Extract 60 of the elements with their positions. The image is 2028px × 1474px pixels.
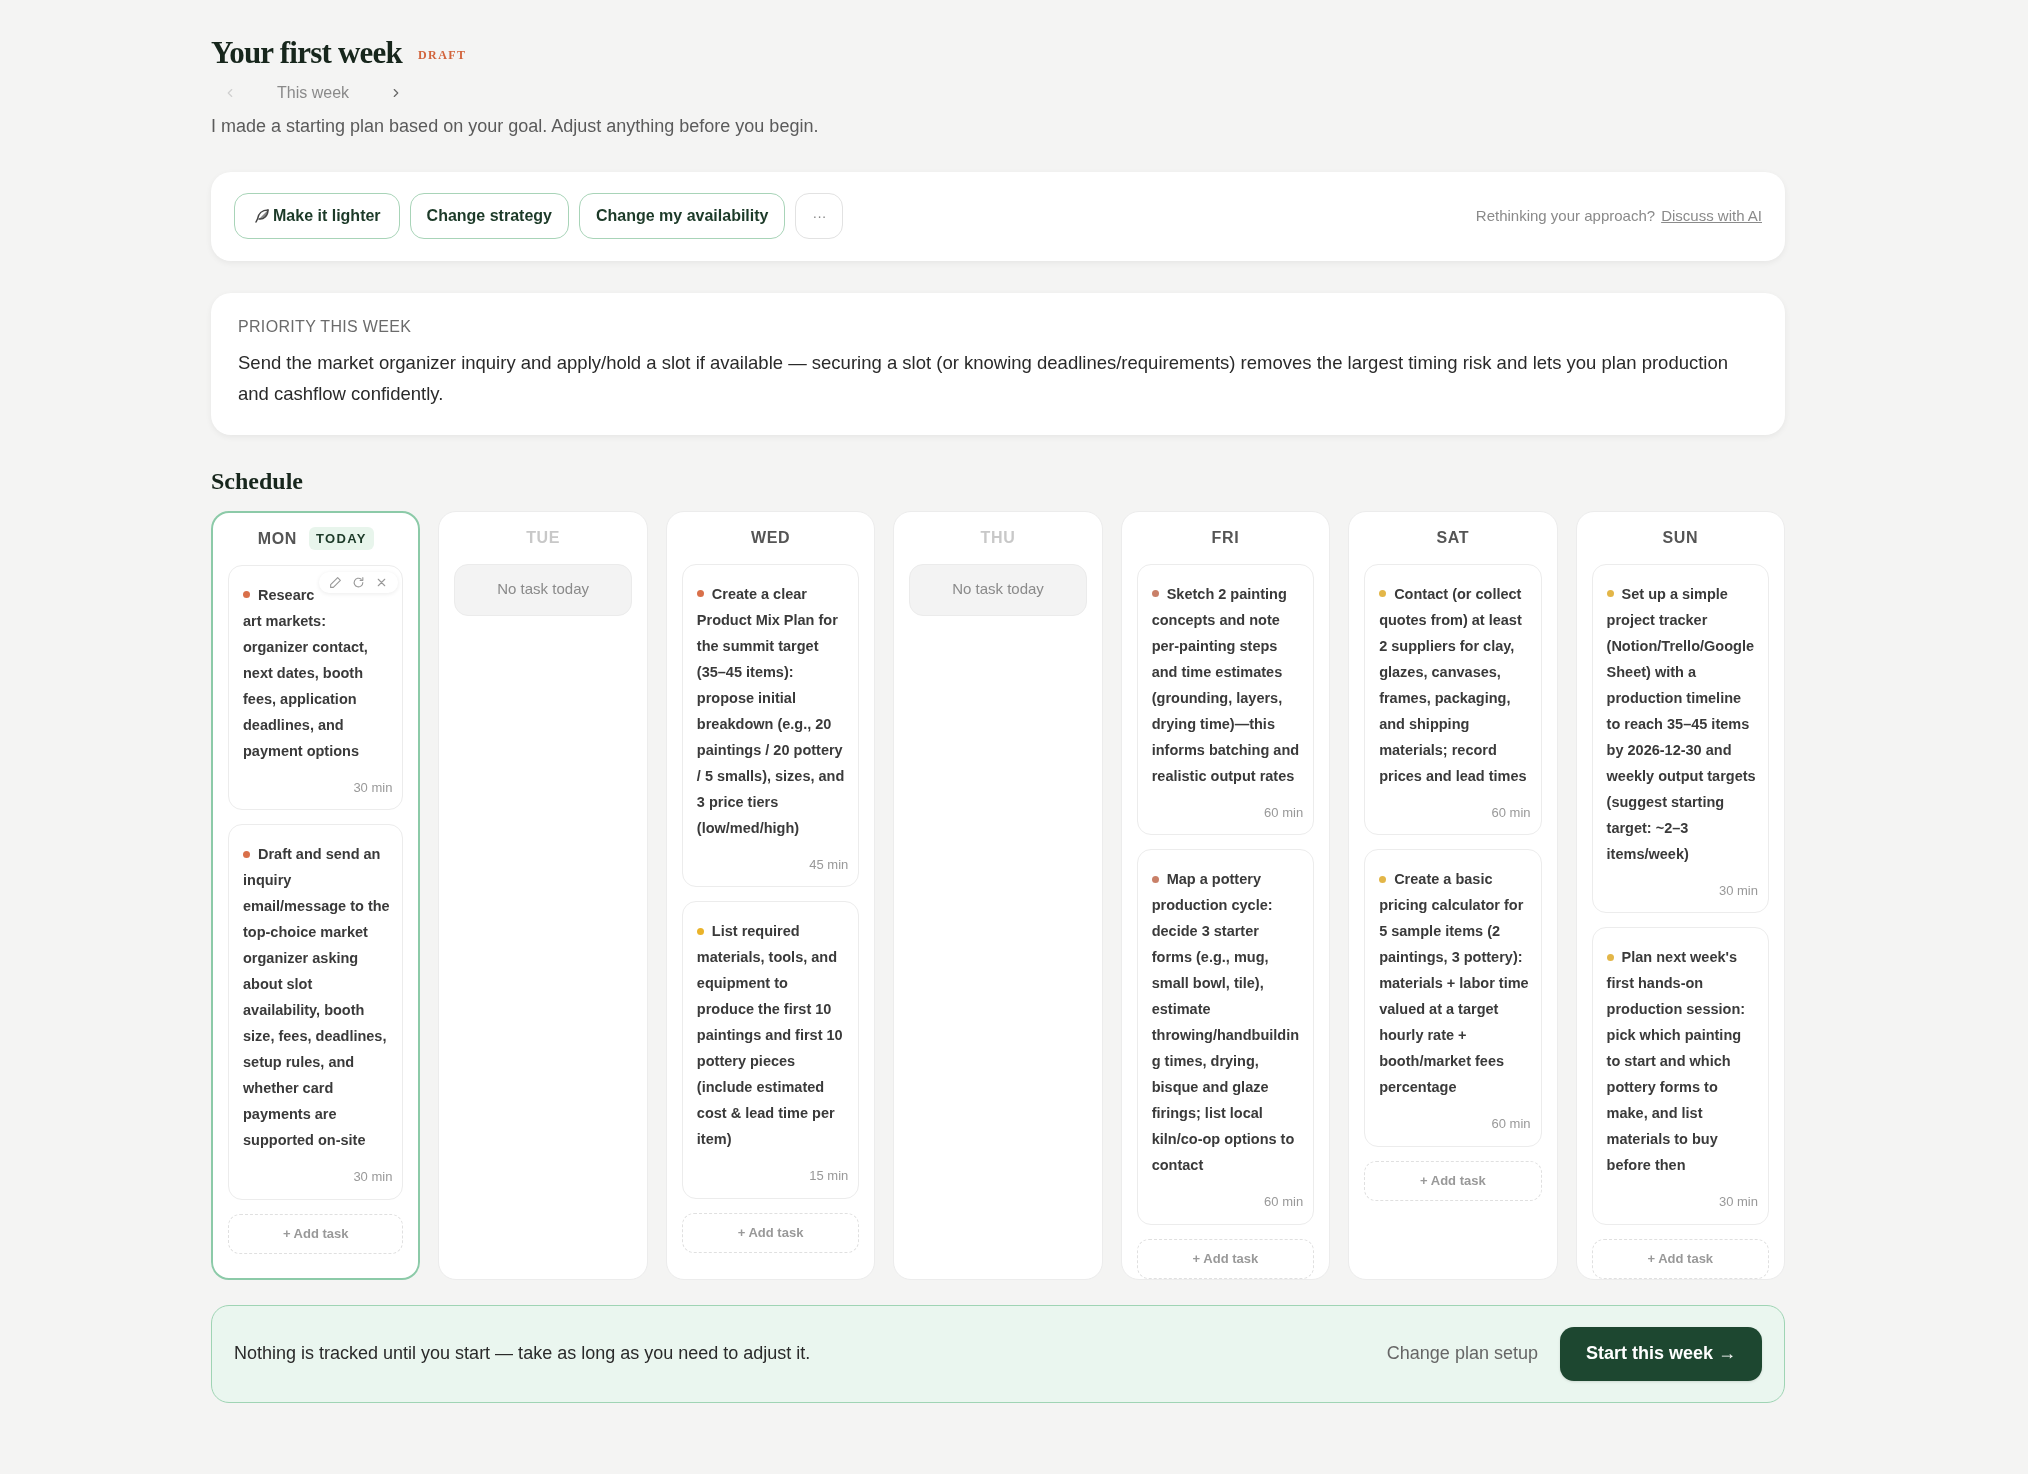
pencil-icon: [329, 575, 343, 589]
empty-day-text: No task today: [497, 579, 589, 600]
edit-button[interactable]: [329, 575, 343, 589]
task-duration: 60 min: [1491, 1115, 1531, 1133]
task-title: Create a clear Product Mix Plan for the summit target (35–45 items): propose initial breakdown (e.g., 20 paintings / 20 pottery / 5 smalls), sizes, and 3 price tiers (low/med/high): [696, 585, 845, 836]
task-title: Map a pottery production cycle: decide 3 starter forms (e.g., mug, small bowl, tile), estimate throwing/handbuilding times, drying, bisque and glaze firings; list local kiln/co-op options to contact: [1151, 871, 1300, 1173]
page-title: Your first week: [211, 34, 402, 72]
task-card[interactable]: Contact (or collect quotes from) at least 2 suppliers for clay, glazes, canvases, frames, packaging, and shipping materials; record prices and lead times 60 min: [1364, 563, 1542, 835]
task-duration: 30 min: [353, 1168, 393, 1186]
change-plan-setup-button[interactable]: Change plan setup: [1386, 1340, 1538, 1367]
task-card[interactable]: Researc art markets: organizer contact, next dates, booth fees, application deadlines, and payment options 30 min: [228, 564, 404, 810]
task-title: art markets: organizer contact, next dates, booth fees, application deadlines, and payment options: [243, 611, 369, 761]
tracking-note: Nothing is tracked until you start — take as long as you need to adjust it.: [234, 1342, 811, 1365]
task-card[interactable]: List required materials, tools, and equipment to produce the first 10 paintings and first 10 pottery pieces (include estimated cost & lead time per item) 15 min: [681, 901, 860, 1199]
day-label: SAT: [1436, 527, 1470, 548]
priority-text: Send the market organizer inquiry and apply/hold a slot if available — securing a slot (or knowing deadlines/requirements) removes the largest timing risk and lets you plan production and cashflow confidently.: [238, 350, 1730, 406]
task-title: Plan next week's first hands-on production session: pick which painting to start and which pottery forms to make, and list materials to buy before then: [1606, 949, 1746, 1173]
feather-icon: [253, 207, 271, 225]
today-label: TODAY: [309, 526, 374, 551]
task-card[interactable]: Create a clear Product Mix Plan for the summit target (35–45 items): propose initial breakdown (e.g., 20 paintings / 20 pottery / 5 smalls), sizes, and 3 price tiers (low/med/high) 45 min: [681, 563, 860, 887]
task-duration: 15 min: [809, 1167, 849, 1185]
task-duration: 60 min: [1264, 1193, 1304, 1211]
discuss-with-ai-link[interactable]: Discuss with AI: [1661, 204, 1762, 228]
task-title: Draft and send an inquiry email/message to the top-choice market organizer asking about slot availability, booth size, fees, deadlines, setup rules, and whether card payments are supported on-site: [243, 846, 390, 1148]
task-title: Contact (or collect quotes from) at least 2 suppliers for clay, glazes, canvases, frames, packaging, and shipping materials; record prices and lead times: [1379, 585, 1527, 784]
task-card[interactable]: Create a basic pricing calculator for 5 sample items (2 paintings, 3 pottery): materials + labor time valued at a target hourly rate + booth/market fees percentage 60 min: [1364, 849, 1542, 1147]
schedule-title: Schedule: [211, 466, 304, 496]
day-label: SUN: [1662, 527, 1699, 548]
task-card[interactable]: Set up a simple project tracker (Notion/Trello/Google Sheet) with a production timeline to reach 35–45 items by 2026-12-30 and weekly output targets (suggest starting target: ~2–3 items/week) 30 min: [1591, 563, 1769, 913]
regenerate-button[interactable]: [352, 575, 366, 589]
task-card[interactable]: Plan next week's first hands-on production session: pick which painting to start and which pottery forms to make, and list materials to buy before then 30 min: [1591, 927, 1769, 1225]
task-duration: 60 min: [1491, 803, 1531, 822]
day-label: MON: [257, 528, 298, 549]
task-title: Researc: [258, 585, 315, 605]
task-title: Set up a simple project tracker (Notion/Trello/Google Sheet) with a production timeline to reach 35–45 items by 2026-12-30 and weekly output targets (suggest starting target: ~2–3 items/week): [1606, 585, 1756, 862]
action-button[interactable]: Change my availability: [578, 193, 786, 239]
priority-heading: PRIORITY THIS WEEK: [238, 316, 413, 337]
task-duration: 30 min: [353, 778, 393, 797]
task-card[interactable]: [1136, 849, 1315, 1225]
start-week-button[interactable]: Start this week →: [1559, 1326, 1762, 1381]
task-duration: 45 min: [809, 855, 849, 874]
task-title: Create a basic pricing calculator for 5 sample items (2 paintings, 3 pottery): materials + labor time valued at a target hourly rate + booth/market fees percentage: [1379, 871, 1529, 1095]
task-title: List required materials, tools, and equipment to produce the first 10 paintings and first 10 pottery pieces (include estimated cost & lead time per item): [696, 923, 843, 1147]
action-button[interactable]: Change strategy: [409, 193, 569, 239]
task-card[interactable]: Sketch 2 painting concepts and note per-painting steps and time estimates (grounding, layers, drying time)—this informs batching and realistic output rates 60 min: [1136, 563, 1315, 835]
draft-label: DRAFT: [418, 47, 467, 65]
task-duration: 30 min: [1718, 881, 1758, 900]
empty-day-text: No task today: [952, 579, 1044, 600]
day-label: FRI: [1211, 527, 1240, 548]
week-label: This week: [277, 82, 350, 103]
task-duration: 60 min: [1264, 803, 1304, 822]
refresh-icon: [352, 575, 366, 589]
plan-description: I made a starting plan based on your goal. Adjust anything before you begin.: [211, 114, 820, 138]
action-button[interactable]: Make it lighter: [234, 193, 400, 239]
day-label: WED: [750, 527, 791, 548]
task-card[interactable]: [228, 824, 404, 1200]
more-options-button[interactable]: ···: [795, 193, 844, 239]
task-title: Sketch 2 painting concepts and note per-painting steps and time estimates (grounding, layers, drying time)—this informs batching and realistic output rates: [1151, 585, 1300, 784]
rethinking-text: Rethinking your approach?: [1475, 205, 1656, 226]
task-duration: 30 min: [1718, 1193, 1758, 1211]
